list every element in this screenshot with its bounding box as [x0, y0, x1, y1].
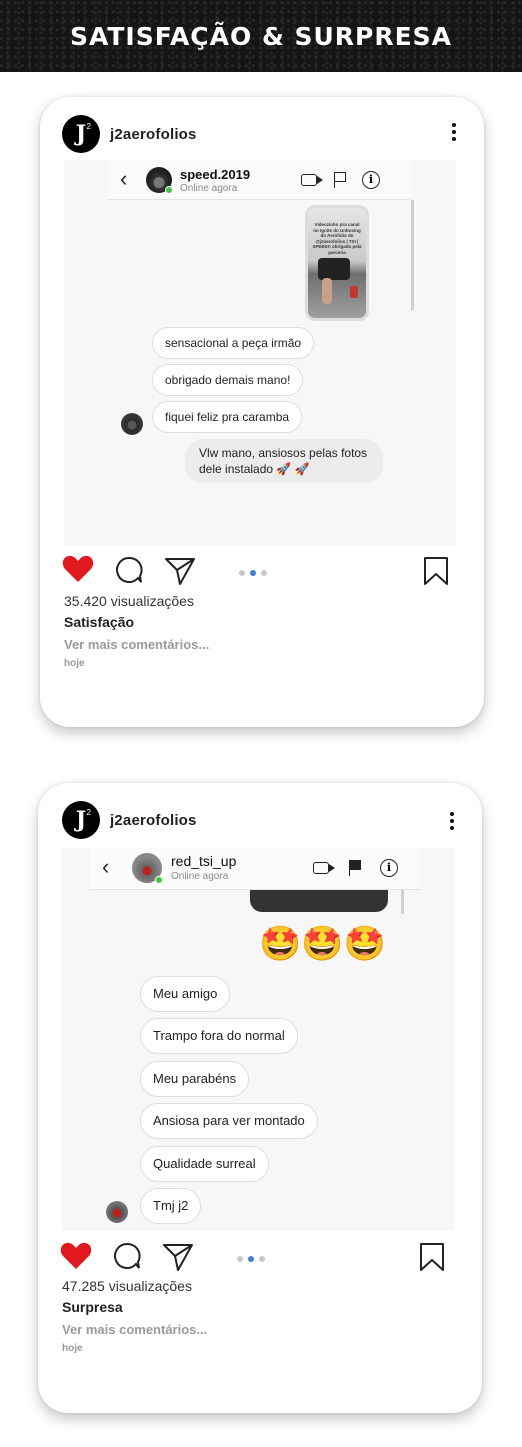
message-outgoing: Vlw mano, ansiosos pelas fotos dele inst…	[185, 439, 383, 483]
sender-avatar	[106, 1201, 128, 1223]
view-count: 35.420 visualizações	[64, 593, 194, 609]
info-icon[interactable]: i	[380, 859, 398, 877]
chat-screenshot: ‹ red_tsi_up Online agora i 🤩🤩🤩 Meu amig…	[62, 848, 454, 1231]
bookmark-icon[interactable]	[423, 556, 449, 586]
message-incoming: Tmj j2	[140, 1188, 202, 1224]
logo-letter: J	[75, 807, 87, 833]
video-call-icon[interactable]	[301, 174, 323, 186]
video-call-icon[interactable]	[313, 862, 335, 874]
message-incoming: Ansiosa para ver montado	[140, 1103, 318, 1139]
carousel-indicator	[237, 1256, 270, 1262]
message-incoming: Meu parabéns	[140, 1061, 250, 1097]
post-header: J 2 j2aerofolios	[62, 115, 197, 153]
comment-icon[interactable]	[112, 1241, 142, 1271]
view-more-comments[interactable]: Ver mais comentários...	[62, 1322, 207, 1337]
contact-status: Online agora	[171, 871, 229, 882]
info-icon[interactable]: i	[362, 171, 380, 189]
message-incoming: fiquei feliz pra caramba	[152, 401, 303, 433]
contact-name: speed.2019	[180, 167, 251, 182]
contact-status: Online agora	[180, 183, 238, 194]
message-incoming: Trampo fora do normal	[140, 1018, 298, 1054]
contact-avatar	[132, 853, 163, 884]
post-header: J 2 j2aerofolios	[62, 801, 197, 839]
post-caption: Satisfação	[64, 614, 135, 630]
logo-superscript: 2	[86, 122, 91, 131]
back-icon[interactable]: ‹	[120, 168, 127, 190]
product-image	[318, 258, 350, 280]
hand-image	[322, 278, 332, 304]
comment-icon[interactable]	[114, 555, 144, 585]
more-options-icon[interactable]	[450, 812, 454, 832]
online-indicator	[155, 876, 163, 884]
emoji-reaction-message: 🤩🤩🤩	[259, 925, 387, 963]
view-more-comments[interactable]: Ver mais comentários...	[64, 637, 209, 652]
previous-media-message[interactable]	[250, 890, 388, 912]
back-icon[interactable]: ‹	[102, 856, 109, 878]
account-avatar[interactable]: J 2	[62, 801, 100, 839]
bookmark-icon[interactable]	[419, 1242, 445, 1272]
message-incoming: Meu amigo	[140, 976, 231, 1012]
logo-letter: J	[75, 121, 87, 147]
post-date: hoje	[64, 658, 85, 669]
chat-header: ‹ red_tsi_up Online agora i	[90, 848, 420, 890]
view-count: 47.285 visualizações	[62, 1278, 192, 1294]
account-username[interactable]: j2aerofolios	[110, 126, 197, 143]
scrollbar[interactable]	[411, 200, 414, 310]
post-card-satisfacao: J 2 j2aerofolios ‹ speed.2019 Online ago…	[40, 97, 484, 727]
story-reply-media[interactable]: Videozinho pra canal no Ignite do Unboxi…	[305, 205, 369, 321]
story-caption: Videozinho pra canal no Ignite do Unboxi…	[312, 222, 362, 255]
account-username[interactable]: j2aerofolios	[110, 812, 197, 829]
message-incoming: Qualidade surreal	[140, 1146, 269, 1182]
online-indicator	[165, 186, 173, 194]
post-card-surpresa: J 2 j2aerofolios ‹ red_tsi_up Online ago…	[38, 783, 482, 1413]
share-icon[interactable]	[162, 1242, 194, 1272]
heart-icon[interactable]	[60, 1242, 92, 1270]
post-caption: Surpresa	[62, 1299, 123, 1315]
logo-superscript: 2	[86, 808, 91, 817]
post-date: hoje	[62, 1343, 83, 1354]
flag-icon[interactable]	[349, 860, 361, 876]
heart-icon[interactable]	[62, 555, 94, 583]
message-incoming: obrigado demais mano!	[152, 364, 304, 396]
red-detail	[350, 286, 358, 298]
carousel-indicator	[239, 570, 272, 576]
contact-name: red_tsi_up	[171, 853, 237, 869]
more-options-icon[interactable]	[452, 123, 456, 143]
chat-header: ‹ speed.2019 Online agora i	[108, 160, 410, 200]
chat-screenshot: ‹ speed.2019 Online agora i Videozinho p…	[64, 160, 456, 545]
sender-avatar	[121, 413, 143, 435]
scrollbar[interactable]	[401, 890, 404, 914]
account-avatar[interactable]: J 2	[62, 115, 100, 153]
banner-title: SATISFAÇÃO & SURPRESA	[69, 21, 453, 51]
share-icon[interactable]	[164, 556, 196, 586]
banner: SATISFAÇÃO & SURPRESA	[0, 0, 522, 72]
contact-avatar	[146, 167, 173, 194]
message-incoming: sensacional a peça irmão	[152, 327, 315, 359]
flag-icon[interactable]	[334, 172, 346, 188]
